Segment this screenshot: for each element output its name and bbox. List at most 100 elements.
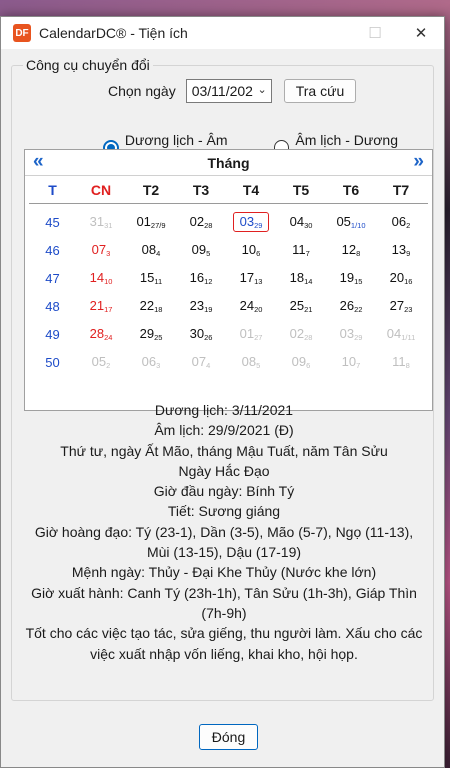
date-picker[interactable]: 03/11/2021 ⌄ (185, 79, 272, 103)
calendar-day[interactable]: 2521 (276, 298, 326, 314)
lunar-day-number: 4 (206, 361, 211, 370)
calendar-day[interactable]: 1410 (76, 270, 126, 286)
calendar-day[interactable]: 117 (276, 242, 326, 258)
solar-day-number: 16 (189, 270, 205, 285)
weekday-friday: T6 (342, 181, 360, 198)
calendar-day[interactable]: 3026 (176, 326, 226, 342)
date-label: Chọn ngày (108, 83, 176, 99)
calendar-day[interactable]: 107 (326, 354, 376, 370)
calendar-day[interactable]: 073 (76, 242, 126, 258)
calendar-day[interactable]: 051/10 (326, 214, 376, 230)
start-hour: Giờ đầu ngày: Bính Tý (153, 483, 295, 500)
lunar-day-number: 24 (104, 333, 113, 342)
lunar-day-number: 3 (156, 361, 161, 370)
lunar-day-number: 17 (104, 305, 113, 314)
calendar-day[interactable]: 095 (176, 242, 226, 258)
calendar-week-row: 49 2824 2925 3026 0127 0228 0329 041/11 (29, 320, 428, 348)
solar-day-number: 03 (339, 326, 355, 341)
calendar-day[interactable]: 074 (176, 354, 226, 370)
solar-day-number: 26 (339, 298, 355, 313)
calendar-day[interactable]: 0228 (176, 214, 226, 230)
lunar-day-number: 8 (356, 249, 361, 258)
calendar-day[interactable]: 1511 (126, 270, 176, 286)
solar-day-number: 27 (389, 298, 405, 313)
lunar-day-number: 21 (304, 305, 313, 314)
calendar-day[interactable]: 041/11 (376, 326, 426, 342)
window-title: CalendarDC® - Tiện ích (39, 25, 188, 41)
calendar-day[interactable]: 2925 (126, 326, 176, 342)
calendar-day[interactable]: 0228 (276, 326, 326, 342)
calendar-day[interactable]: 1612 (176, 270, 226, 286)
lookup-button[interactable]: Tra cứu (284, 79, 356, 103)
solar-day-number: 13 (391, 242, 407, 257)
solar-day-number: 21 (89, 298, 105, 313)
calendar-day[interactable]: 2016 (376, 270, 426, 286)
title-bar: DF CalendarDC® - Tiện ích ☐ ✕ (1, 17, 444, 49)
solar-day-number: 04 (289, 214, 305, 229)
next-month-icon[interactable]: » (413, 151, 424, 173)
solar-day-number: 10 (341, 354, 357, 369)
solar-day-number: 30 (189, 326, 205, 341)
calendar-day[interactable]: 118 (376, 354, 426, 370)
calendar-day[interactable]: 084 (126, 242, 176, 258)
calendar-day[interactable]: 0127/9 (126, 214, 176, 230)
calendar-day[interactable]: 063 (126, 354, 176, 370)
calendar-day[interactable]: 2319 (176, 298, 226, 314)
lunar-day-number: 23 (404, 305, 413, 314)
solar-day-number: 18 (289, 270, 305, 285)
calendar-day[interactable]: 1915 (326, 270, 376, 286)
calendar-day[interactable]: 0430 (276, 214, 326, 230)
maximize-icon: ☐ (368, 25, 382, 42)
weekday-sunday: CN (90, 181, 112, 198)
weekday-monday: T2 (142, 181, 160, 198)
lunar-date-text: Âm lịch: 29/9/2021 (Đ) (154, 422, 294, 439)
close-icon[interactable]: ✕ (398, 17, 444, 49)
lunar-day-number: 4 (156, 249, 161, 258)
calendar-day[interactable]: 0127 (226, 326, 276, 342)
lunar-day-number: 3 (106, 249, 111, 258)
lunar-day-number: 6 (306, 361, 311, 370)
calendar-day[interactable]: 3131 (76, 214, 126, 230)
calendar-day[interactable]: 106 (226, 242, 276, 258)
calendar-day[interactable]: 0329 (226, 212, 276, 232)
solar-day-number: 12 (341, 242, 357, 257)
calendar-day[interactable]: 2723 (376, 298, 426, 314)
solar-day-number: 01 (239, 326, 255, 341)
calendar-day[interactable]: 062 (376, 214, 426, 230)
calendar-day[interactable]: 2420 (226, 298, 276, 314)
lunar-day-number: 7 (305, 249, 310, 258)
calendar-day[interactable]: 1814 (276, 270, 326, 286)
calendar-title[interactable]: Tháng (25, 155, 432, 171)
calendar-day[interactable]: 2117 (76, 298, 126, 314)
calendar-week-row: 50 052 063 074 085 096 107 118 (29, 348, 428, 376)
week-column-header: T (48, 181, 57, 198)
calendar-day[interactable]: 139 (376, 242, 426, 258)
lunar-day-number: 2 (406, 221, 411, 230)
close-button[interactable]: Đóng (199, 724, 258, 750)
lunar-day-number: 29 (354, 333, 363, 342)
good-hours-line-1: Giờ hoàng đạo: Tý (23-1), Dần (3-5), Mão… (34, 523, 414, 540)
calendar-day[interactable]: 085 (226, 354, 276, 370)
day-element: Mệnh ngày: Thủy - Đại Khe Thủy (Nước khe… (71, 564, 377, 581)
calendar-day[interactable]: 0329 (326, 326, 376, 342)
tools-window: DF CalendarDC® - Tiện ích ☐ ✕ Công cụ ch… (0, 16, 445, 768)
solar-day-number: 04 (386, 326, 402, 341)
calendar-day[interactable]: 2218 (126, 298, 176, 314)
calendar-day[interactable]: 128 (326, 242, 376, 258)
calendar-day[interactable]: 1713 (226, 270, 276, 286)
lunar-day-number: 10 (104, 277, 113, 286)
calendar-day[interactable]: 2824 (76, 326, 126, 342)
lunar-day-number: 20 (254, 305, 263, 314)
window-controls: ☐ ✕ (352, 17, 444, 49)
solar-day-number: 02 (189, 214, 205, 229)
solar-date-text: Dương lịch: 3/11/2021 (154, 402, 294, 418)
travel-hours-line-1: Giờ xuất hành: Canh Tý (23h-1h), Tân Sửu… (31, 584, 417, 601)
solar-day-number: 02 (289, 326, 305, 341)
solar-term: Tiết: Sương giáng (167, 503, 281, 520)
solar-day-number: 25 (289, 298, 305, 313)
chevron-down-icon[interactable]: ⌄ (258, 83, 267, 96)
lunar-day-number: 13 (254, 277, 263, 286)
calendar-day[interactable]: 052 (76, 354, 126, 370)
calendar-day[interactable]: 096 (276, 354, 326, 370)
calendar-day[interactable]: 2622 (326, 298, 376, 314)
